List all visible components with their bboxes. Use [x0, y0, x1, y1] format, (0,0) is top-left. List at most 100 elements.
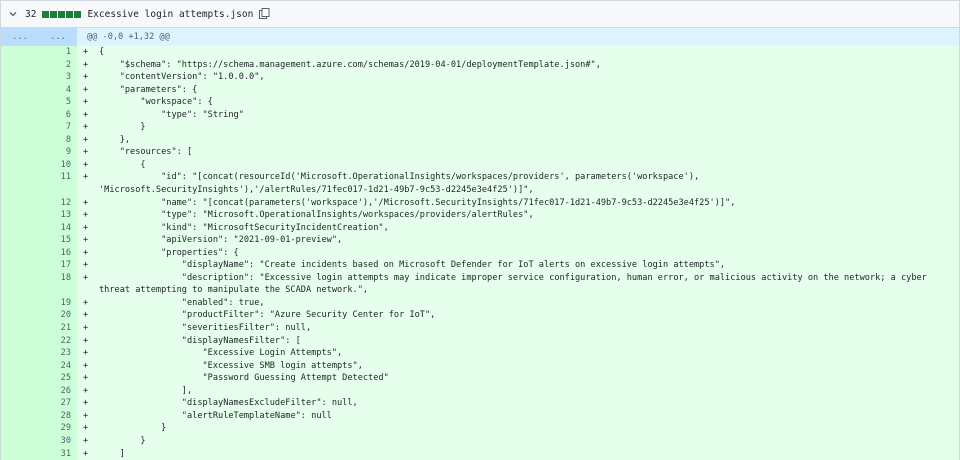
addition-marker: + [83, 146, 99, 159]
new-line-number[interactable]: 19 [39, 297, 77, 310]
addition-marker: + [83, 109, 99, 122]
new-line-number[interactable]: 14 [39, 222, 77, 235]
new-line-number[interactable]: 7 [39, 121, 77, 134]
new-line-number[interactable]: 26 [39, 385, 77, 398]
new-line-number[interactable]: 28 [39, 410, 77, 423]
code-cell: + "displayNamesFilter": [ [77, 335, 959, 348]
new-line-number[interactable]: 4 [39, 84, 77, 97]
diff-line: 20+ "productFilter": "Azure Security Cen… [1, 309, 959, 322]
diffstat-block [66, 11, 73, 18]
code-text: "name": "[concat(parameters('workspace')… [99, 197, 959, 210]
code-text: "severitiesFilter": null, [99, 322, 959, 335]
code-text: }, [99, 134, 959, 147]
diffstat-block [50, 11, 57, 18]
new-line-number[interactable]: 25 [39, 372, 77, 385]
diff-line: 1+{ [1, 46, 959, 59]
code-text: "Excessive Login Attempts", [99, 347, 959, 360]
new-line-number[interactable]: 6 [39, 109, 77, 122]
code-text: } [99, 121, 959, 134]
code-cell: + } [77, 422, 959, 435]
diff-line: 29+ } [1, 422, 959, 435]
new-line-number[interactable]: 5 [39, 96, 77, 109]
new-line-number[interactable]: 13 [39, 209, 77, 222]
old-line-number [1, 84, 39, 97]
new-line-number[interactable]: 1 [39, 46, 77, 59]
code-cell: + "displayName": "Create incidents based… [77, 259, 959, 272]
new-line-number[interactable]: 8 [39, 134, 77, 147]
code-cell: + "id": "[concat(resourceId('Microsoft.O… [77, 171, 959, 196]
new-line-number[interactable]: 3 [39, 71, 77, 84]
code-cell: + "kind": "MicrosoftSecurityIncidentCrea… [77, 222, 959, 235]
code-text: "displayNamesExcludeFilter": null, [99, 397, 959, 410]
addition-marker: + [83, 71, 99, 84]
old-line-number [1, 96, 39, 109]
new-line-number[interactable]: 2 [39, 59, 77, 72]
addition-marker: + [83, 159, 99, 172]
diffstat-block [58, 11, 65, 18]
code-cell: + "type": "String" [77, 109, 959, 122]
new-line-number[interactable]: 17 [39, 259, 77, 272]
code-text: { [99, 46, 959, 59]
addition-marker: + [83, 134, 99, 147]
old-line-number [1, 410, 39, 423]
diff-line: 10+ { [1, 159, 959, 172]
code-text: "kind": "MicrosoftSecurityIncidentCreati… [99, 222, 959, 235]
addition-marker: + [83, 410, 99, 423]
addition-marker: + [83, 397, 99, 410]
diff-line: 5+ "workspace": { [1, 96, 959, 109]
chevron-down-icon[interactable] [7, 8, 19, 20]
code-text: "productFilter": "Azure Security Center … [99, 309, 959, 322]
code-text: "Password Guessing Attempt Detected" [99, 372, 959, 385]
new-line-number[interactable]: 10 [39, 159, 77, 172]
diff-line: 17+ "displayName": "Create incidents bas… [1, 259, 959, 272]
new-line-number[interactable]: 16 [39, 247, 77, 260]
old-line-number [1, 109, 39, 122]
new-line-number[interactable]: 18 [39, 272, 77, 297]
code-cell: + "description": "Excessive login attemp… [77, 272, 959, 297]
new-line-number[interactable]: 27 [39, 397, 77, 410]
new-line-number[interactable]: 21 [39, 322, 77, 335]
addition-marker: + [83, 197, 99, 210]
new-line-number[interactable]: 20 [39, 309, 77, 322]
new-line-number[interactable]: 11 [39, 171, 77, 196]
addition-marker: + [83, 259, 99, 272]
old-line-number [1, 372, 39, 385]
diff-line: 28+ "alertRuleTemplateName": null [1, 410, 959, 423]
diff-line: 25+ "Password Guessing Attempt Detected" [1, 372, 959, 385]
new-line-number[interactable]: 31 [39, 448, 77, 460]
addition-marker: + [83, 309, 99, 322]
new-line-number[interactable]: 24 [39, 360, 77, 373]
expand-right[interactable]: ... [39, 28, 77, 46]
code-text: } [99, 435, 959, 448]
code-cell: + "Password Guessing Attempt Detected" [77, 372, 959, 385]
code-text: "type": "Microsoft.OperationalInsights/w… [99, 209, 959, 222]
old-line-number [1, 360, 39, 373]
code-cell: + "$schema": "https://schema.management.… [77, 59, 959, 72]
diff-line: 12 + "name": "[concat(parameters('workspa… [1, 197, 959, 210]
new-line-number[interactable]: 15 [39, 234, 77, 247]
code-text: "enabled": true, [99, 297, 959, 310]
code-cell: + "parameters": { [77, 84, 959, 97]
diff-line: 7+ } [1, 121, 959, 134]
new-line-number[interactable]: 23 [39, 347, 77, 360]
file-name[interactable]: Excessive login attempts.json [87, 9, 253, 20]
new-line-number[interactable]: 30 [39, 435, 77, 448]
old-line-number [1, 309, 39, 322]
expand-left[interactable]: ... [1, 28, 39, 46]
diff-line: 9+ "resources": [ [1, 146, 959, 159]
addition-marker: + [83, 297, 99, 310]
new-line-number[interactable]: 22 [39, 335, 77, 348]
diff-line: 13+ "type": "Microsoft.OperationalInsigh… [1, 209, 959, 222]
code-cell: + "productFilter": "Azure Security Cente… [77, 309, 959, 322]
code-cell: + }, [77, 134, 959, 147]
old-line-number [1, 247, 39, 260]
addition-marker: + [83, 372, 99, 385]
diff-line: 30+ } [1, 435, 959, 448]
new-line-number[interactable]: 9 [39, 146, 77, 159]
new-line-number[interactable]: 12 [39, 197, 77, 210]
new-line-number[interactable]: 29 [39, 422, 77, 435]
hunk-header-row: ... ... @@ -0,0 +1,32 @@ [1, 28, 959, 46]
old-line-number [1, 435, 39, 448]
addition-marker: + [83, 247, 99, 260]
copy-icon[interactable] [259, 8, 271, 20]
